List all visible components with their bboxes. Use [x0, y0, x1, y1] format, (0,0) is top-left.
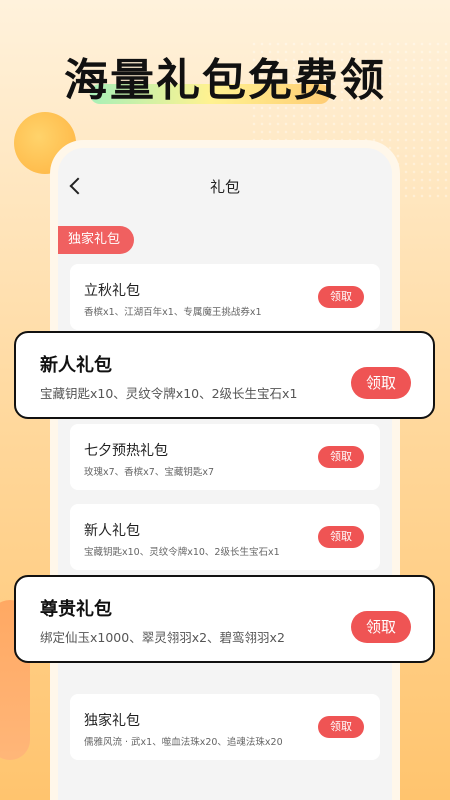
- gift-title: 七夕预热礼包: [84, 443, 168, 459]
- claim-button[interactable]: 领取: [318, 446, 364, 468]
- gift-items: 宝藏钥匙x10、灵纹令牌x10、2级长生宝石x1: [84, 547, 280, 558]
- gift-card: 独家礼包 儒雅风流 · 武x1、噬血法珠x20、追魂法珠x20 领取: [70, 694, 380, 760]
- banner-headline: 海量礼包免费领: [64, 55, 386, 106]
- gift-items: 儒雅风流 · 武x1、噬血法珠x20、追魂法珠x20: [84, 737, 283, 748]
- app-header: 礼包: [58, 148, 392, 226]
- claim-button[interactable]: 领取: [351, 611, 411, 643]
- claim-button[interactable]: 领取: [318, 716, 364, 738]
- gift-items: 绑定仙玉x1000、翠灵翎羽x2、碧鸾翎羽x2: [40, 630, 285, 645]
- section-tag: 独家礼包: [58, 226, 135, 254]
- gift-items: 玫瑰x7、香槟x7、宝藏钥匙x7: [84, 467, 214, 478]
- gift-title: 立秋礼包: [84, 283, 140, 299]
- gift-title: 尊贵礼包: [40, 599, 112, 620]
- claim-button[interactable]: 领取: [351, 367, 411, 399]
- gift-title: 新人礼包: [40, 355, 112, 376]
- gift-items: 宝藏钥匙x10、灵纹令牌x10、2级长生宝石x1: [40, 386, 298, 401]
- gift-items: 香槟x1、江湖百年x1、专属魔王挑战券x1: [84, 307, 262, 318]
- phone-frame: 礼包 独家礼包 立秋礼包 香槟x1、江湖百年x1、专属魔王挑战券x1 领取 七夕…: [50, 140, 400, 800]
- highlight-gift-card: 尊贵礼包 绑定仙玉x1000、翠灵翎羽x2、碧鸾翎羽x2 领取: [14, 575, 435, 663]
- gift-title: 独家礼包: [84, 713, 140, 729]
- gift-card: 立秋礼包 香槟x1、江湖百年x1、专属魔王挑战券x1 领取: [70, 264, 380, 330]
- gift-card: 新人礼包 宝藏钥匙x10、灵纹令牌x10、2级长生宝石x1 领取: [70, 504, 380, 570]
- page-title: 礼包: [209, 178, 240, 196]
- claim-button[interactable]: 领取: [318, 286, 364, 308]
- claim-button[interactable]: 领取: [318, 526, 364, 548]
- gift-card: 七夕预热礼包 玫瑰x7、香槟x7、宝藏钥匙x7 领取: [70, 424, 380, 490]
- highlight-gift-card: 新人礼包 宝藏钥匙x10、灵纹令牌x10、2级长生宝石x1 领取: [14, 331, 435, 419]
- gift-title: 新人礼包: [84, 523, 140, 539]
